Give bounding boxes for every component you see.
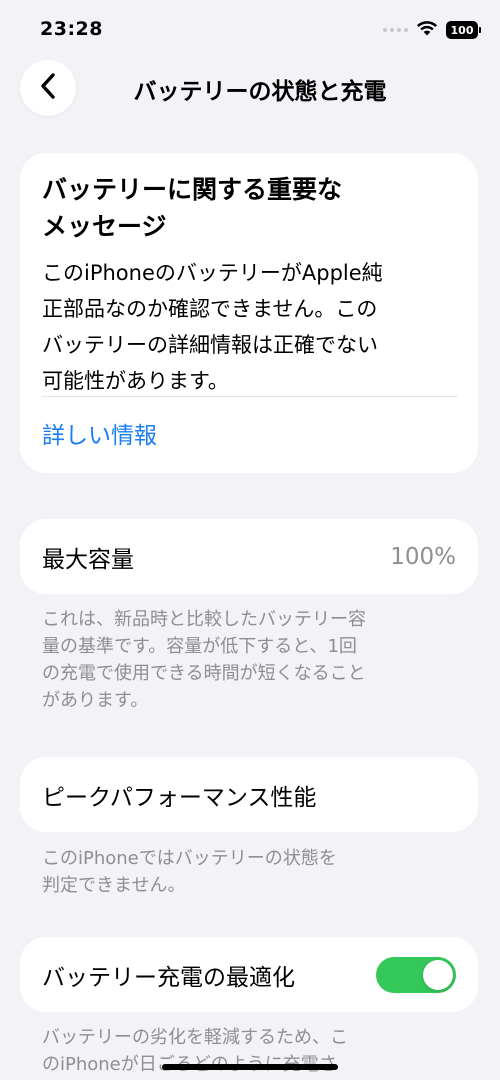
peak-performance-footnote: このiPhoneではバッテリーの状態を 判定できません。 <box>42 845 462 899</box>
maximum-capacity-row: 最大容量 100% <box>20 519 478 594</box>
battery-message-card: バッテリーに関する重要な メッセージ このiPhoneのバッテリーがApple純… <box>20 153 478 473</box>
message-title-line: バッテリーに関する重要な <box>42 175 343 204</box>
capacity-label: 最大容量 <box>42 546 134 573</box>
home-indicator[interactable] <box>162 1064 338 1070</box>
status-bar: 23:28 100 <box>0 0 500 60</box>
footnote-line: の充電で使用できる時間が短くなること <box>42 663 366 684</box>
message-title: バッテリーに関する重要な メッセージ <box>42 171 456 245</box>
capacity-value: 100% <box>390 543 456 570</box>
message-body: このiPhoneのバッテリーがApple純 正部品なのか確認できません。この バ… <box>42 255 456 399</box>
message-body-line: 正部品なのか確認できません。この <box>42 297 378 321</box>
message-body-line: 可能性があります。 <box>42 369 229 393</box>
message-body-line: このiPhoneのバッテリーがApple純 <box>42 261 383 285</box>
learn-more-link[interactable]: 詳しい情報 <box>42 416 157 450</box>
status-time: 23:28 <box>40 18 103 40</box>
message-title-line: メッセージ <box>42 212 167 241</box>
footnote-line: 量の基準です。容量が低下すると、1回 <box>42 636 357 657</box>
status-indicators: 100 <box>383 20 481 40</box>
footnote-line: バッテリーの劣化を軽減するため、こ <box>42 1027 348 1048</box>
peak-performance-label: ピークパフォーマンス性能 <box>42 784 317 811</box>
footnote-line: これは、新品時と比較したバッテリー容 <box>42 609 366 630</box>
message-body-line: バッテリーの詳細情報は正確でない <box>42 333 378 357</box>
capacity-footnote: これは、新品時と比較したバッテリー容 量の基準です。容量が低下すると、1回 の充… <box>42 606 462 714</box>
footnote-line: があります。 <box>42 690 149 711</box>
divider <box>42 396 458 397</box>
optimized-charging-label: バッテリー充電の最適化 <box>42 964 295 991</box>
optimized-charging-row: バッテリー充電の最適化 <box>20 937 478 1012</box>
footnote-line: このiPhoneではバッテリーの状態を <box>42 848 337 869</box>
optimized-charging-toggle[interactable] <box>376 956 456 993</box>
footnote-line: 判定できません。 <box>42 875 186 896</box>
wifi-icon <box>416 20 438 40</box>
cellular-signal-icon <box>383 28 408 32</box>
toggle-knob <box>423 959 453 990</box>
battery-icon: 100 <box>446 21 481 39</box>
page-title: バッテリーの状態と充電 <box>133 79 387 105</box>
peak-performance-row[interactable]: ピークパフォーマンス性能 <box>20 757 478 832</box>
